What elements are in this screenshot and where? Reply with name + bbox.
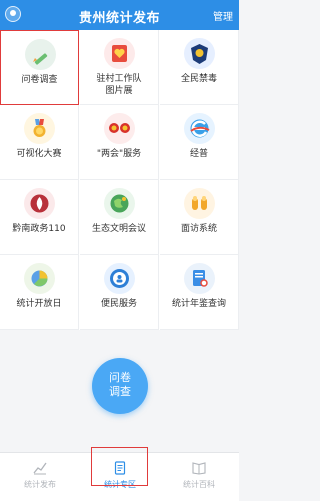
grid-item-visualization-contest[interactable]: 可视化大赛 <box>0 105 79 180</box>
tab-label: 统计百科 <box>183 480 215 489</box>
tab-statistics-release[interactable]: 统计发布 <box>0 453 80 501</box>
heart-badge-icon <box>104 38 135 69</box>
grid-item-label: "两会"服务 <box>96 149 142 159</box>
grid-item-label: 可视化大赛 <box>16 149 62 159</box>
active-tab-highlight <box>91 447 148 486</box>
grid-item-label: 便民服务 <box>100 299 137 309</box>
pencil-icon <box>25 39 56 70</box>
grid-item-village-photos[interactable]: 驻村工作队 图片展 <box>80 30 159 105</box>
leaf-icon <box>24 188 55 219</box>
grid-item-two-sessions[interactable]: "两会"服务 <box>80 105 159 180</box>
book-icon <box>192 462 206 475</box>
grid-item-label: 生态文明会议 <box>91 224 146 234</box>
grid-item-label: 经普 <box>189 149 208 159</box>
grid-item-economic-census[interactable]: 经普 <box>160 105 239 180</box>
fab-label-line1: 问卷 <box>109 371 131 384</box>
grid-item-interview-system[interactable]: 面访系统 <box>160 180 239 255</box>
grid-item-label: 统计开放日 <box>16 299 62 309</box>
app-header: 贵州统计发布 管理 <box>0 0 239 30</box>
grid-item-label: 驻村工作队 图片展 <box>80 73 158 97</box>
chart-icon <box>33 462 47 475</box>
grid-item-label: 统计年鉴查询 <box>171 299 226 309</box>
grid-item-eco-conference[interactable]: 生态文明会议 <box>80 180 159 255</box>
tab-label: 统计发布 <box>24 480 56 489</box>
grid-item-label: 黔南政务110 <box>12 224 66 234</box>
pie-icon <box>24 263 55 294</box>
grid-item-label: 全民禁毒 <box>180 74 217 84</box>
manage-button[interactable]: 管理 <box>213 8 233 23</box>
medal-icon <box>24 113 55 144</box>
document-search-icon <box>184 263 215 294</box>
grid-item-anti-drug[interactable]: 全民禁毒 <box>160 30 239 105</box>
fab-label-line2: 调查 <box>109 385 131 398</box>
grid-item-survey[interactable]: 问卷调查 <box>0 30 79 105</box>
grid-item-label-line2: 图片展 <box>105 86 133 96</box>
grid-item-yearbook-query[interactable]: 统计年鉴查询 <box>160 255 239 330</box>
globe-icon <box>104 188 135 219</box>
e-logo-icon <box>184 113 215 144</box>
grid-item-label-line1: 驻村工作队 <box>96 74 142 84</box>
app-title: 贵州统计发布 <box>78 11 160 26</box>
grid-item-citizen-services[interactable]: 便民服务 <box>80 255 159 330</box>
hands-icon <box>184 188 215 219</box>
grid-item-label: 面访系统 <box>180 224 217 234</box>
feature-grid: 问卷调查 驻村工作队 图片展 全民禁毒 可视化大赛 "两会"服务 经普 黔南政务… <box>0 30 239 330</box>
police-badge-icon <box>184 38 215 69</box>
grid-item-open-day[interactable]: 统计开放日 <box>0 255 79 330</box>
survey-fab-button[interactable]: 问卷 调查 <box>92 358 148 414</box>
grid-item-label: 问卷调查 <box>21 75 58 85</box>
tab-statistics-encyclopedia[interactable]: 统计百科 <box>159 453 239 501</box>
service-icon <box>104 263 135 294</box>
grid-item-qiannan-110[interactable]: 黔南政务110 <box>0 180 79 255</box>
emblem-icon <box>104 113 135 144</box>
